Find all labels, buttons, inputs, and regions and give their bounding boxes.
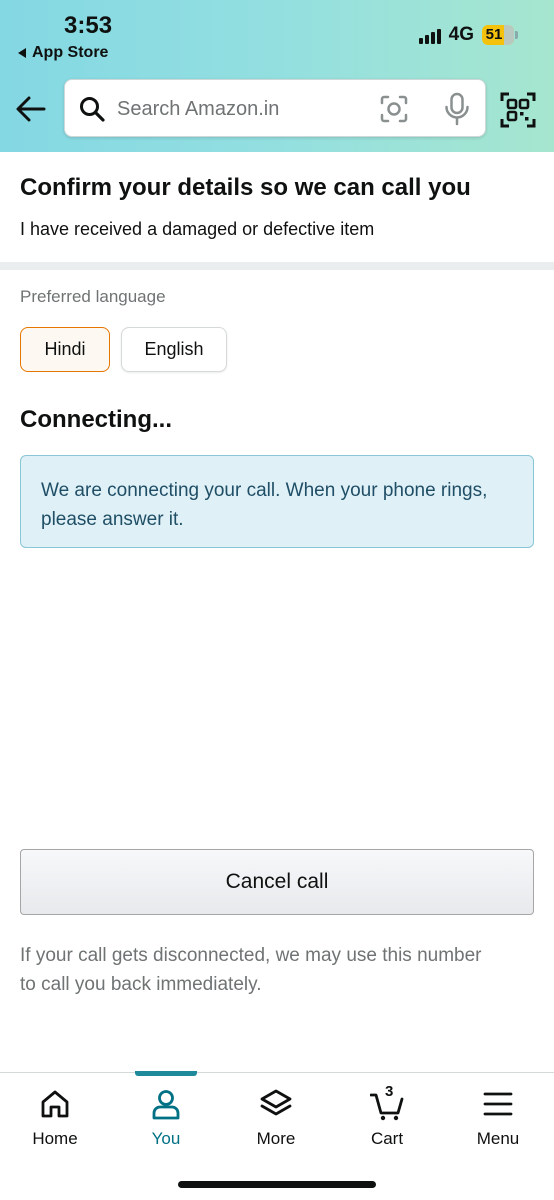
home-indicator-bar xyxy=(178,1181,376,1188)
nav-label-cart: Cart xyxy=(370,1129,404,1148)
nav-more[interactable]: More xyxy=(226,1087,326,1149)
nav-you[interactable]: You xyxy=(116,1087,216,1149)
nav-label-more: More xyxy=(256,1129,296,1148)
back-to-app-store[interactable]: App Store xyxy=(18,44,108,62)
search-input[interactable] xyxy=(117,92,367,126)
preferred-language-label: Preferred language xyxy=(20,287,166,306)
active-tab-indicator xyxy=(135,1071,197,1076)
nav-label-you: You xyxy=(151,1129,181,1148)
battery-icon: 51 xyxy=(482,25,518,45)
search-icon xyxy=(80,97,105,122)
back-app-label: App Store xyxy=(32,44,109,61)
call-info-message: We are connecting your call. When your p… xyxy=(20,455,534,548)
status-indicators: 4G 51 xyxy=(418,24,518,46)
nav-home[interactable]: Home xyxy=(5,1087,105,1149)
signal-icon xyxy=(418,26,441,44)
person-icon xyxy=(152,1090,180,1120)
nav-cart[interactable]: 3 Cart xyxy=(337,1083,437,1149)
layers-icon xyxy=(260,1089,292,1116)
nav-label-menu: Menu xyxy=(476,1129,520,1148)
cart-count-badge: 3 xyxy=(385,1083,394,1100)
microphone-icon[interactable] xyxy=(443,92,471,126)
language-option-hindi[interactable]: Hindi xyxy=(20,327,110,372)
nav-menu[interactable]: Menu xyxy=(448,1087,548,1149)
nav-label-home: Home xyxy=(32,1129,78,1148)
hamburger-icon xyxy=(483,1092,513,1116)
back-triangle-icon xyxy=(18,48,26,58)
issue-description: I have received a damaged or defective i… xyxy=(20,219,375,239)
page-title: Confirm your details so we can call you xyxy=(20,174,471,201)
app-header: 3:53 App Store 4G 51 xyxy=(0,0,554,152)
callback-disclaimer: If your call gets disconnected, we may u… xyxy=(20,945,482,995)
camera-scan-icon[interactable] xyxy=(379,94,409,124)
status-time: 3:53 xyxy=(64,12,113,39)
cancel-call-button[interactable]: Cancel call xyxy=(20,849,534,915)
network-type: 4G xyxy=(448,24,474,45)
home-icon xyxy=(41,1090,69,1118)
qr-scanner-icon[interactable] xyxy=(500,92,536,128)
search-bar[interactable] xyxy=(64,79,486,137)
battery-level: 51 xyxy=(485,26,503,43)
back-arrow-icon[interactable] xyxy=(14,92,48,126)
section-divider xyxy=(0,262,554,270)
language-option-english[interactable]: English xyxy=(121,327,227,372)
connecting-heading: Connecting... xyxy=(20,406,172,433)
